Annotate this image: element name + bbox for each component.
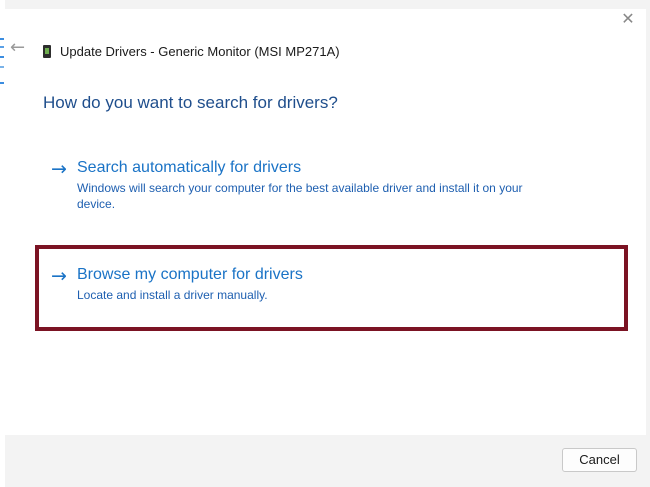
- cancel-button[interactable]: Cancel: [562, 448, 637, 472]
- option-title: Browse my computer for drivers: [77, 266, 303, 283]
- option-description: Locate and install a driver manually.: [77, 288, 268, 302]
- option-title: Search automatically for drivers: [77, 159, 302, 176]
- dialog-title: Update Drivers - Generic Monitor (MSI MP…: [60, 43, 340, 59]
- arrow-right-icon: →: [51, 265, 67, 287]
- dialog-footer: Cancel: [5, 435, 646, 487]
- close-icon[interactable]: ✕: [619, 10, 637, 28]
- back-arrow-icon[interactable]: ←: [10, 39, 32, 57]
- page-heading: How do you want to search for drivers?: [43, 93, 338, 112]
- dialog-title-bar: Update Drivers - Generic Monitor (MSI MP…: [43, 42, 340, 60]
- update-drivers-dialog: ✕ ← Update Drivers - Generic Monitor (MS…: [5, 9, 646, 487]
- option-description: Windows will search your computer for th…: [77, 181, 523, 211]
- arrow-right-icon: →: [51, 158, 67, 180]
- monitor-device-icon: [43, 44, 51, 58]
